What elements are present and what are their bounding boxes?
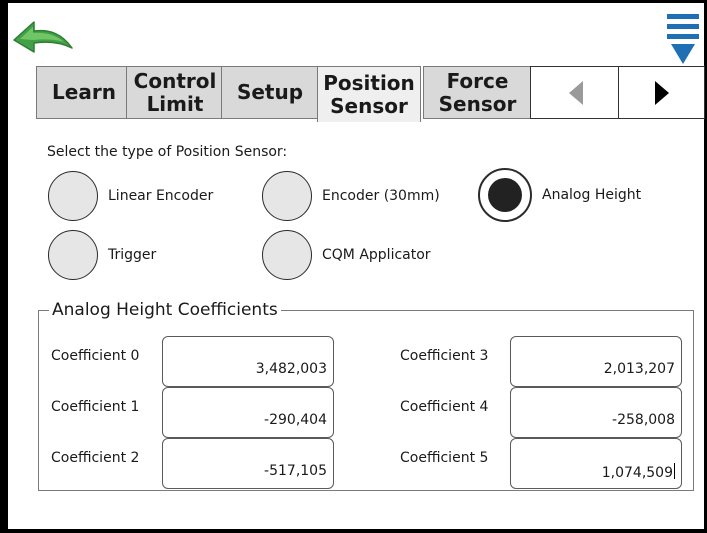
tab-force-sensor[interactable]: Force Sensor bbox=[423, 66, 532, 119]
screen-frame-left bbox=[0, 0, 8, 533]
radio-linear-encoder[interactable]: Linear Encoder bbox=[48, 171, 213, 221]
tab-force-sensor-label-2: Sensor bbox=[438, 91, 517, 116]
tab-force-sensor-label-1: Force bbox=[446, 68, 509, 93]
coefficient-label: Coefficient 0 bbox=[51, 348, 140, 364]
tab-setup-label: Setup bbox=[236, 80, 304, 104]
tab-position-sensor-label-2: Sensor bbox=[330, 93, 408, 118]
coefficient-3-input[interactable]: 2,013,207 bbox=[510, 336, 682, 387]
coefficient-2-input[interactable]: -517,105 bbox=[162, 438, 334, 489]
tab-control-limit-label-2: Limit bbox=[146, 91, 204, 116]
tab-learn-label: Learn bbox=[52, 80, 116, 104]
radio-circle[interactable] bbox=[262, 230, 312, 280]
coefficient-label: Coefficient 3 bbox=[400, 348, 489, 364]
radio-trigger[interactable]: Trigger bbox=[48, 230, 156, 280]
tab-position-sensor-label-1: Position bbox=[323, 70, 415, 95]
tab-learn[interactable]: Learn bbox=[36, 66, 132, 119]
sensor-type-prompt: Select the type of Position Sensor: bbox=[47, 144, 288, 160]
radio-circle[interactable] bbox=[48, 230, 98, 280]
screen-frame-top bbox=[8, 0, 707, 3]
tab-setup[interactable]: Setup bbox=[221, 66, 319, 119]
coefficient-label: Coefficient 4 bbox=[400, 399, 489, 415]
coefficient-4-input[interactable]: -258,008 bbox=[510, 387, 682, 438]
screen-frame-bottom bbox=[8, 529, 707, 533]
radio-analog-height[interactable]: Analog Height bbox=[478, 168, 641, 222]
tab-position-sensor[interactable]: Position Sensor bbox=[317, 66, 421, 122]
radio-circle[interactable] bbox=[262, 171, 312, 221]
coefficient-label: Coefficient 2 bbox=[51, 450, 140, 466]
radio-cqm-applicator[interactable]: CQM Applicator bbox=[262, 230, 431, 280]
radio-circle-selected[interactable] bbox=[478, 168, 532, 222]
coefficient-1-input[interactable]: -290,404 bbox=[162, 387, 334, 438]
tab-prev-button[interactable] bbox=[530, 66, 621, 119]
triangle-left-icon bbox=[568, 80, 583, 105]
tab-bar: Learn Control Limit Setup Force Sensor P… bbox=[9, 66, 705, 122]
coefficient-label: Coefficient 1 bbox=[51, 399, 140, 415]
coefficient-0-input[interactable]: 3,482,003 bbox=[162, 336, 334, 387]
menu-filter-icon[interactable] bbox=[661, 8, 703, 66]
radio-label: Linear Encoder bbox=[108, 188, 214, 204]
radio-circle[interactable] bbox=[48, 171, 98, 221]
coefficient-label: Coefficient 5 bbox=[400, 450, 489, 466]
radio-label: Analog Height bbox=[542, 187, 642, 203]
triangle-right-icon bbox=[654, 80, 669, 105]
back-arrow-icon[interactable] bbox=[12, 14, 74, 56]
coefficient-5-input[interactable]: 1,074,509 bbox=[510, 438, 682, 489]
radio-encoder-30mm[interactable]: Encoder (30mm) bbox=[262, 171, 440, 221]
tab-next-button[interactable] bbox=[618, 66, 705, 119]
tab-control-limit-label-1: Control bbox=[133, 68, 217, 93]
coefficients-group-title: Analog Height Coefficients bbox=[49, 300, 281, 320]
tab-control-limit[interactable]: Control Limit bbox=[126, 66, 224, 119]
radio-label: Encoder (30mm) bbox=[322, 188, 440, 204]
radio-label: Trigger bbox=[108, 247, 157, 263]
radio-label: CQM Applicator bbox=[322, 247, 431, 263]
